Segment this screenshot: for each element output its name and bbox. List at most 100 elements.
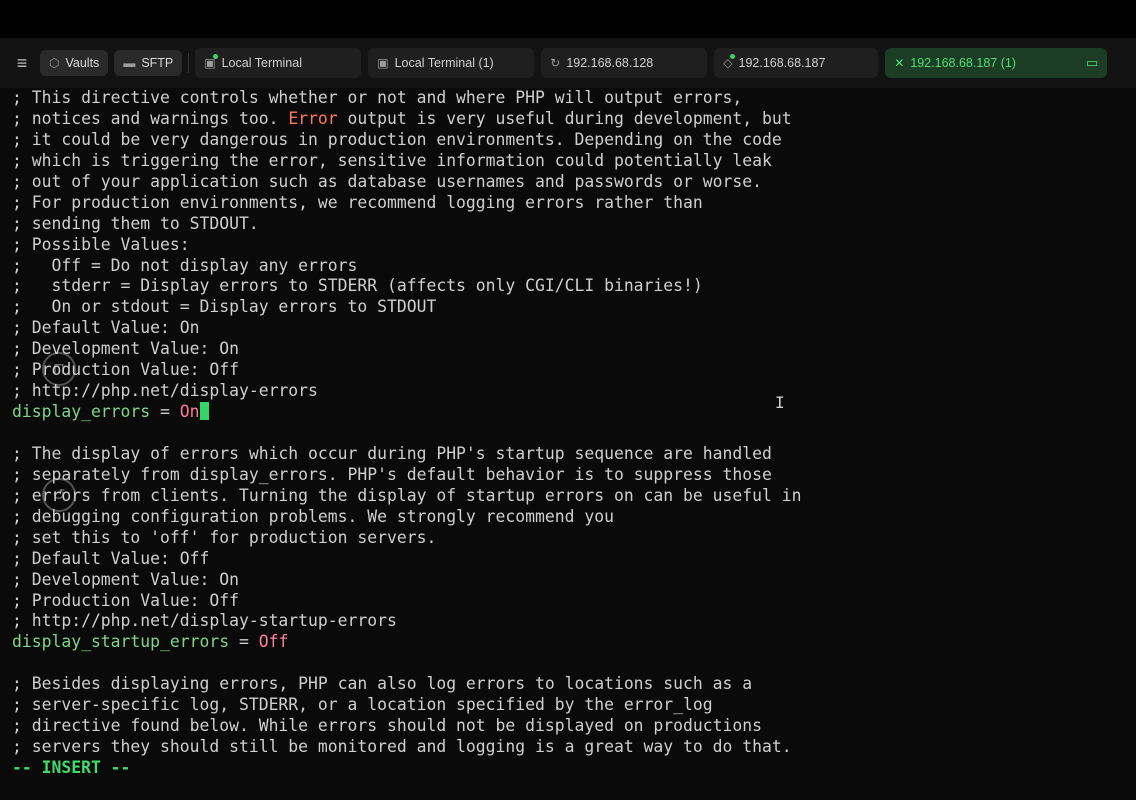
line-text: ; it could be very dangerous in producti… [12,129,782,149]
line-text: ; separately from display_errors. PHP's … [12,464,772,484]
folder-icon: ▬ [123,56,136,70]
connected-dot [212,54,218,59]
terminal-menu-icon[interactable]: ▭ [1086,55,1098,71]
config-value: On [179,402,200,422]
line-text: ; Development Value: On [12,339,239,359]
hamburger-menu-icon[interactable]: ≡ [8,48,36,78]
tab-local-terminal[interactable]: ▣ Local Terminal [195,48,362,78]
window-top-area [0,0,1136,38]
terminal-line: ; Development Value: On [12,339,1136,360]
line-text: ; servers they should still be monitored… [12,737,792,757]
terminal-line: ; http://php.net/display-startup-errors [12,611,1136,632]
line-text: ; Besides displaying errors, PHP can als… [12,674,753,694]
line-text: ; On or stdout = Display errors to STDOU… [12,297,437,317]
terminal-line: ; The display of errors which occur duri… [12,444,1136,465]
unlock-overlay-icon[interactable]: ⊓ [42,352,76,386]
terminal-line: ; Off = Do not display any errors [12,256,1136,277]
terminal-line: ; which is triggering the error, sensiti… [12,151,1136,172]
tab-label: 192.168.68.128 [566,56,654,70]
line-text: ; which is triggering the error, sensiti… [12,150,772,170]
line-text: ; server-specific log, STDERR, or a loca… [12,695,713,715]
terminal-line: display_startup_errors = Off [12,632,1136,653]
line-text: ; out of your application such as databa… [12,171,762,191]
terminal-line: ; Default Value: Off [12,549,1136,570]
vaults-button[interactable]: ⬡ Vaults [40,50,109,76]
line-text: ; The display of errors which occur duri… [12,443,772,463]
tab-label: 192.168.68.187 (1) [910,56,1016,70]
terminal-line: ; Production Value: Off [12,360,1136,381]
line-text: ; errors from clients. Turning the displ… [12,485,802,505]
terminal-line: ; it could be very dangerous in producti… [12,130,1136,151]
line-text: ; sending them to STDOUT. [12,213,259,233]
tab-label: 192.168.68.187 [738,56,826,70]
terminal-line: ; notices and warnings too. Error output… [12,109,1136,130]
terminal-line: ; This directive controls whether or not… [12,88,1136,109]
terminal-line: ; debugging configuration problems. We s… [12,507,1136,528]
tab-host-128[interactable]: ↻ 192.168.68.128 [541,48,708,78]
close-icon[interactable]: ✕ [894,56,904,70]
sftp-label: SFTP [141,56,174,70]
line-text: ; This directive controls whether or not… [12,88,743,107]
text-cursor-icon: I [775,393,785,412]
tab-separator [188,53,190,73]
config-key: display_startup_errors [12,632,230,652]
line-text: ; directive found below. While errors sh… [12,716,762,736]
line-text: ; Production Value: Off [12,590,239,610]
line-text: ; For production environments, we recomm… [12,192,703,212]
terminal-icon: ▣ [204,54,218,70]
tab-host-187-1[interactable]: ✕ 192.168.68.187 (1) ▭ [885,48,1108,78]
line-text: ; Possible Values: [12,234,190,254]
line-text: output is very useful during development… [337,108,792,128]
line-text: ; Development Value: On [12,569,239,589]
vaults-label: Vaults [65,56,100,70]
line-text: ; Default Value: On [12,318,200,338]
terminal-line: ; errors from clients. Turning the displ… [12,486,1136,507]
line-text: ; stderr = Display errors to STDERR (aff… [12,276,703,296]
terminal-line: ; Development Value: On [12,570,1136,591]
config-equals: = [150,402,180,422]
terminal-line: ; Production Value: Off [12,591,1136,612]
terminal-output[interactable]: ; This directive controls whether or not… [0,88,1136,800]
highlighted-word: Error [288,108,338,128]
line-text: ; debugging configuration problems. We s… [12,506,614,526]
terminal-line: ; directive found below. While errors sh… [12,716,1136,737]
tab-host-187[interactable]: ◇ 192.168.68.187 [714,48,879,78]
history-overlay-icon[interactable]: ↺ [42,478,76,512]
config-key: display_errors [12,402,151,422]
tab-bar: ≡ ⬡ Vaults ▬ SFTP ▣ Local Terminal ▣ Loc… [0,38,1136,88]
terminal-line: ; On or stdout = Display errors to STDOU… [12,297,1136,318]
tab-local-terminal-1[interactable]: ▣ Local Terminal (1) [368,48,535,78]
line-text: ; Off = Do not display any errors [12,255,358,275]
tab-label: Local Terminal [221,56,302,70]
terminal-line: ; Possible Values: [12,235,1136,256]
terminal-line: ; server-specific log, STDERR, or a loca… [12,695,1136,716]
terminal-line: ; Default Value: On [12,318,1136,339]
line-text: ; Default Value: Off [12,548,210,568]
line-text: ; notices and warnings too. [12,108,289,128]
terminal-line: display_errors = On [12,402,1136,423]
terminal-icon: ▣ [377,56,389,70]
vault-icon: ⬡ [49,56,60,70]
terminal-line: ; For production environments, we recomm… [12,193,1136,214]
terminal-line: ; sending them to STDOUT. [12,214,1136,235]
text-cursor [199,402,209,421]
refresh-icon: ↻ [550,56,561,70]
tab-label: Local Terminal (1) [394,56,494,70]
config-equals: = [229,632,259,652]
terminal-line: ; out of your application such as databa… [12,172,1136,193]
terminal-line: ; separately from display_errors. PHP's … [12,465,1136,486]
terminal-line: ; set this to 'off' for production serve… [12,528,1136,549]
sftp-button[interactable]: ▬ SFTP [114,50,183,76]
vim-mode-indicator: -- INSERT -- [12,758,131,777]
line-text: ; http://php.net/display-startup-errors [12,611,397,631]
line-text: ; set this to 'off' for production serve… [12,527,437,547]
config-value: Off [258,632,289,652]
server-icon: ◇ [723,54,735,70]
terminal-line: ; stderr = Display errors to STDERR (aff… [12,276,1136,297]
terminal-line: ; Besides displaying errors, PHP can als… [12,674,1136,695]
terminal-line: ; http://php.net/display-errors [12,381,1136,402]
connected-dot [729,54,735,59]
terminal-line: ; servers they should still be monitored… [12,737,1136,758]
